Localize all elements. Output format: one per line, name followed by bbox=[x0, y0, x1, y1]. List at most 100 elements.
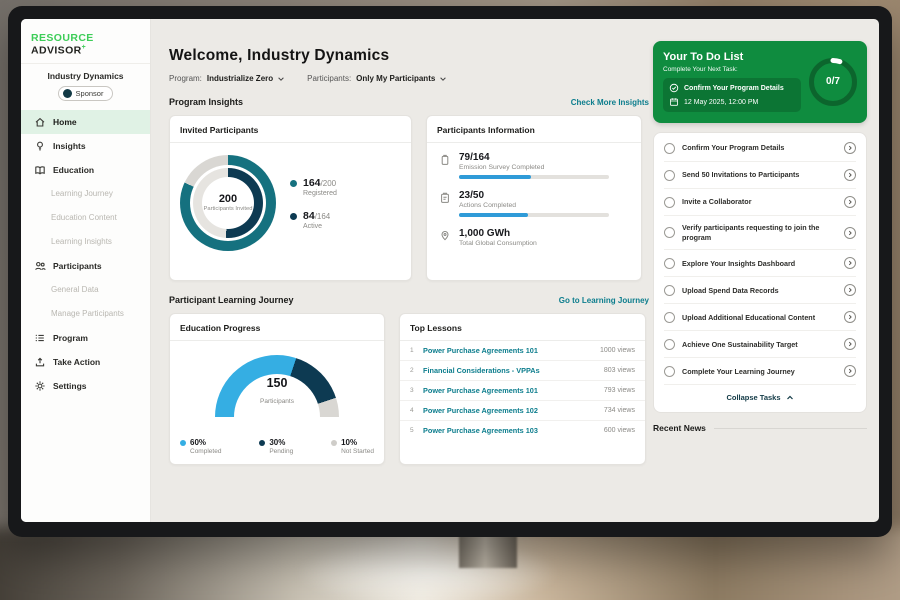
chevron-right-icon[interactable] bbox=[844, 365, 856, 377]
chevron-down-icon bbox=[277, 75, 285, 83]
task-row[interactable]: Achieve One Sustainability Target bbox=[664, 331, 856, 358]
legend-dot bbox=[331, 440, 337, 446]
task-row[interactable]: Verify participants requesting to join t… bbox=[664, 216, 856, 250]
task-row[interactable]: Complete Your Learning Journey bbox=[664, 358, 856, 385]
sidebar-item-education-content[interactable]: Education Content bbox=[21, 206, 150, 230]
task-checkbox[interactable] bbox=[664, 143, 675, 154]
photo-scene: RESOURCE ADVISOR+ Industry Dynamics Spon… bbox=[0, 0, 900, 600]
sidebar-item-insights[interactable]: Insights bbox=[21, 134, 150, 158]
program-insights-header: Program Insights Check More Insights→ bbox=[169, 97, 661, 107]
lesson-link[interactable]: Power Purchase Agreements 103 bbox=[423, 426, 597, 435]
sidebar-item-learning-journey[interactable]: Learning Journey bbox=[21, 182, 150, 206]
sidebar-item-learning-insights[interactable]: Learning Insights bbox=[21, 230, 150, 254]
task-row[interactable]: Confirm Your Program Details bbox=[664, 135, 856, 162]
lesson-link[interactable]: Power Purchase Agreements 102 bbox=[423, 406, 597, 415]
chevron-right-icon[interactable] bbox=[844, 196, 856, 208]
todo-progress-ring: 0/7 bbox=[809, 58, 857, 106]
chevron-right-icon[interactable] bbox=[844, 142, 856, 154]
lesson-row: 4 Power Purchase Agreements 102 734 view… bbox=[400, 401, 645, 421]
sidebar-item-participants[interactable]: Participants bbox=[21, 254, 150, 278]
legend-item-registered: 164/200 Registered bbox=[290, 177, 337, 197]
legend-item-completed: 60% Completed bbox=[180, 438, 221, 455]
lesson-link[interactable]: Power Purchase Agreements 101 bbox=[423, 386, 597, 395]
program-icon bbox=[34, 332, 46, 344]
todo-subtitle: Complete Your Next Task: bbox=[663, 66, 801, 73]
task-checkbox[interactable] bbox=[664, 258, 675, 269]
donut-center-value: 200 bbox=[219, 193, 237, 205]
logo-text-primary: RESOURCE bbox=[31, 32, 94, 44]
chevron-right-icon[interactable] bbox=[844, 284, 856, 296]
sidebar-item-home[interactable]: Home bbox=[21, 110, 150, 134]
gauge-legend: 60% Completed 30% Pending 10% Not Starte… bbox=[180, 438, 374, 455]
legend-dot bbox=[290, 213, 297, 220]
sponsor-badge[interactable]: Sponsor bbox=[58, 86, 114, 101]
program-select[interactable]: Industrialize Zero bbox=[207, 74, 285, 83]
lesson-link[interactable]: Financial Considerations - VPPAs bbox=[423, 366, 597, 375]
next-task-box: Confirm Your Program Details 12 May 2025… bbox=[663, 78, 801, 112]
main-content: Welcome, Industry Dynamics Program: Indu… bbox=[169, 19, 661, 522]
chevron-right-icon[interactable] bbox=[844, 311, 856, 323]
sidebar-item-label: Manage Participants bbox=[51, 309, 124, 318]
legend-item-not-started: 10% Not Started bbox=[331, 438, 374, 455]
insights-icon bbox=[34, 140, 46, 152]
sidebar-item-settings[interactable]: Settings bbox=[21, 374, 150, 398]
sidebar-item-general-data[interactable]: General Data bbox=[21, 278, 150, 302]
task-row[interactable]: Send 50 Invitations to Participants bbox=[664, 162, 856, 189]
card-title: Top Lessons bbox=[400, 314, 645, 341]
chevron-right-icon[interactable] bbox=[844, 257, 856, 269]
check-more-insights-link[interactable]: Check More Insights→ bbox=[571, 98, 661, 107]
education-icon bbox=[34, 164, 46, 176]
chevron-right-icon[interactable] bbox=[844, 227, 856, 239]
task-row[interactable]: Upload Spend Data Records bbox=[664, 277, 856, 304]
invited-participants-donut-chart: 200 Participants Invited bbox=[180, 155, 276, 251]
chevron-right-icon[interactable] bbox=[844, 338, 856, 350]
participants-filter: Participants: Only My Participants bbox=[307, 74, 447, 83]
legend-item-active: 84/164 Active bbox=[290, 210, 337, 230]
sidebar-item-program[interactable]: Program bbox=[21, 326, 150, 350]
task-checkbox[interactable] bbox=[664, 285, 675, 296]
todo-title: Your To Do List bbox=[663, 51, 801, 63]
lesson-views: 600 views bbox=[604, 427, 635, 434]
lesson-row: 2 Financial Considerations - VPPAs 803 v… bbox=[400, 361, 645, 381]
next-task-label: Confirm Your Program Details bbox=[684, 85, 784, 92]
sidebar-item-label: General Data bbox=[51, 285, 99, 294]
sidebar-item-manage-participants[interactable]: Manage Participants bbox=[21, 302, 150, 326]
task-checkbox[interactable] bbox=[664, 366, 675, 377]
legend-item-pending: 30% Pending bbox=[259, 438, 293, 455]
task-checkbox[interactable] bbox=[664, 227, 675, 238]
task-checkbox[interactable] bbox=[664, 197, 675, 208]
filter-bar: Program: Industrialize Zero Participants… bbox=[169, 74, 661, 83]
logo-plus: + bbox=[82, 44, 87, 51]
todo-summary-card: Your To Do List Complete Your Next Task:… bbox=[653, 41, 867, 123]
lesson-link[interactable]: Power Purchase Agreements 101 bbox=[423, 346, 593, 355]
program-filter-label: Program: bbox=[169, 74, 202, 83]
task-row[interactable]: Explore Your Insights Dashboard bbox=[664, 250, 856, 277]
task-checkbox[interactable] bbox=[664, 170, 675, 181]
monitor-bezel: RESOURCE ADVISOR+ Industry Dynamics Spon… bbox=[8, 6, 892, 537]
home-icon bbox=[34, 116, 46, 128]
sidebar-item-label: Education bbox=[53, 165, 94, 175]
task-row[interactable]: Upload Additional Educational Content bbox=[664, 304, 856, 331]
recent-news-title: Recent News bbox=[653, 423, 706, 433]
sidebar-item-label: Education Content bbox=[51, 213, 117, 222]
sidebar-item-education[interactable]: Education bbox=[21, 158, 150, 182]
lesson-row: 1 Power Purchase Agreements 101 1000 vie… bbox=[400, 341, 645, 361]
progress-arc bbox=[809, 58, 857, 106]
collapse-tasks-button[interactable]: Collapse Tasks bbox=[664, 385, 856, 410]
card-title: Invited Participants bbox=[170, 116, 411, 143]
participants-select[interactable]: Only My Participants bbox=[356, 74, 447, 83]
sidebar-item-label: Learning Journey bbox=[51, 189, 113, 198]
sidebar-item-take-action[interactable]: Take Action bbox=[21, 350, 150, 374]
todo-column: Your To Do List Complete Your Next Task:… bbox=[653, 41, 867, 522]
task-checkbox[interactable] bbox=[664, 312, 675, 323]
education-progress-card: Education Progress 150 Participants 60% bbox=[169, 313, 385, 465]
task-checkbox[interactable] bbox=[664, 339, 675, 350]
divider bbox=[714, 428, 867, 429]
task-row[interactable]: Invite a Collaborator bbox=[664, 189, 856, 216]
invited-participants-card: Invited Participants 200 Participants In… bbox=[169, 115, 412, 281]
card-title: Participants Information bbox=[427, 116, 641, 143]
legend-dot bbox=[180, 440, 186, 446]
go-to-learning-journey-link[interactable]: Go to Learning Journey→ bbox=[559, 296, 661, 305]
actions-completed-progressbar bbox=[459, 213, 609, 217]
chevron-right-icon[interactable] bbox=[844, 169, 856, 181]
